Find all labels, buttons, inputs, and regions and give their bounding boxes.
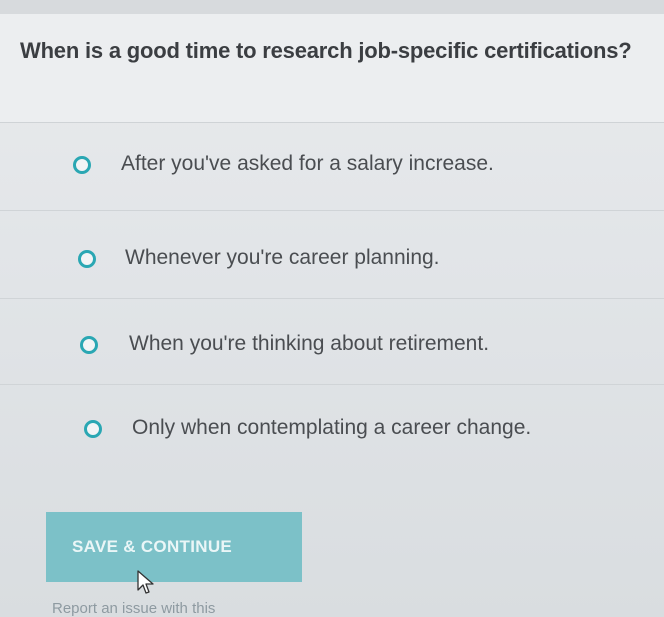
radio-unselected-icon[interactable] (80, 336, 98, 354)
answer-label-3: When you're thinking about retirement. (129, 332, 490, 355)
answer-option-1[interactable]: After you've asked for a salary increase… (0, 124, 664, 211)
radio-unselected-icon[interactable] (84, 420, 102, 438)
radio-unselected-icon[interactable] (78, 250, 96, 268)
answer-label-2: Whenever you're career planning. (125, 246, 440, 269)
question-panel: When is a good time to research job-spec… (0, 14, 664, 123)
answer-option-4[interactable]: Only when contemplating a career change. (0, 384, 664, 470)
answer-label-4: Only when contemplating a career change. (132, 416, 532, 439)
report-issue-link[interactable]: Report an issue with this (52, 600, 215, 617)
answer-option-3[interactable]: When you're thinking about retirement. (0, 298, 664, 385)
mouse-pointer-icon (137, 570, 154, 594)
radio-unselected-icon[interactable] (73, 156, 91, 174)
quiz-screen: When is a good time to research job-spec… (0, 0, 664, 617)
top-border (0, 0, 664, 15)
answer-option-2[interactable]: Whenever you're career planning. (0, 212, 664, 299)
save-continue-button[interactable]: SAVE & CONTINUE (46, 512, 302, 582)
answer-label-1: After you've asked for a salary increase… (121, 152, 494, 175)
question-text: When is a good time to research job-spec… (20, 38, 632, 63)
